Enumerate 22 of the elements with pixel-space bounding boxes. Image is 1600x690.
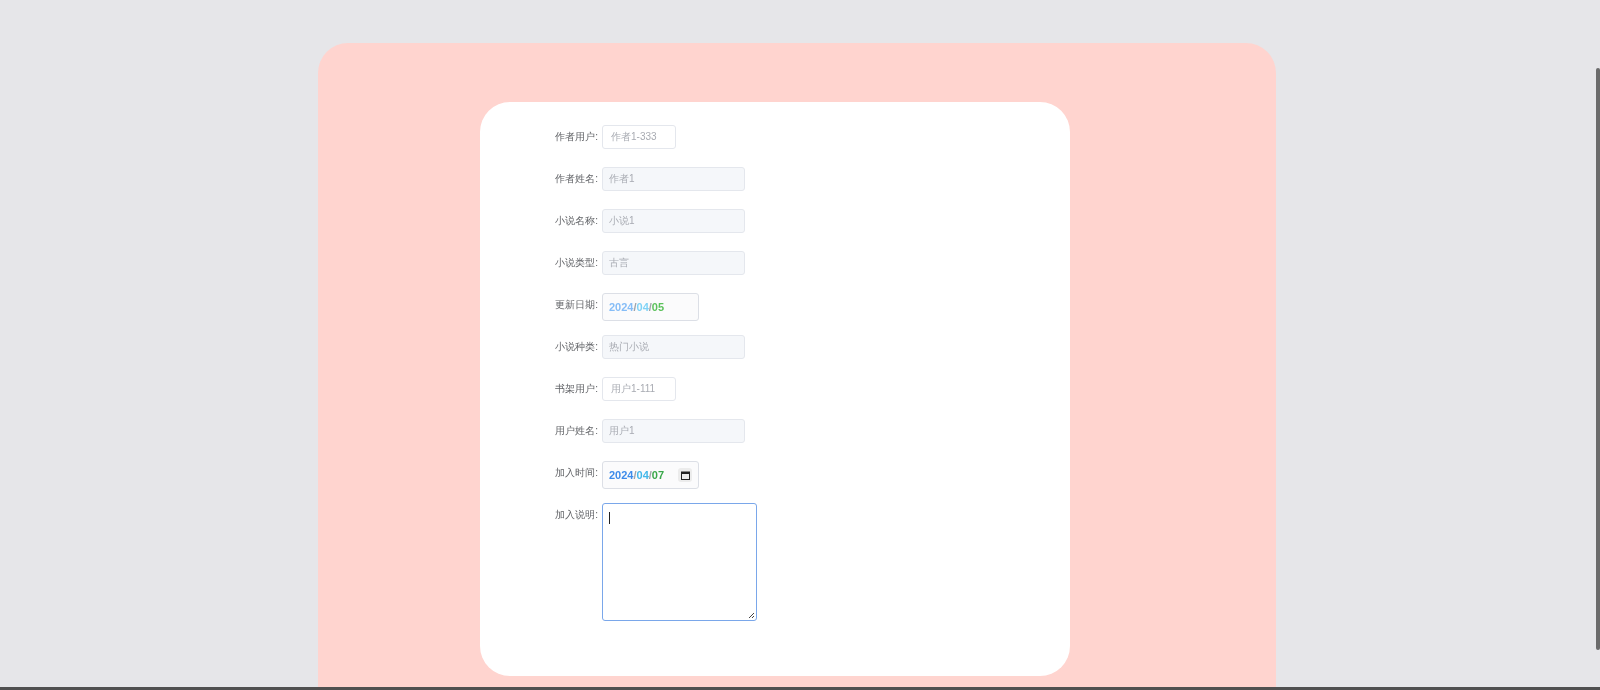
text-field[interactable]: 用户1-111	[602, 377, 676, 401]
field-label: 书架用户:	[554, 382, 599, 396]
scrollbar[interactable]	[1596, 68, 1600, 650]
field-label: 小说种类:	[554, 340, 599, 354]
text-field[interactable]: 作者1	[602, 167, 745, 191]
field-label: 小说类型:	[554, 256, 599, 270]
field-label: 作者姓名:	[554, 172, 599, 186]
resize-grip-icon[interactable]	[748, 612, 755, 619]
text-field[interactable]: 作者1-333	[602, 125, 676, 149]
field-label: 更新日期:	[554, 298, 599, 312]
date-field[interactable]: 2024/04/05	[602, 293, 699, 321]
calendar-icon[interactable]	[678, 468, 692, 482]
text-field[interactable]: 古言	[602, 251, 745, 275]
field-label: 用户姓名:	[554, 424, 599, 438]
text-field[interactable]: 热门小说	[602, 335, 745, 359]
text-field[interactable]: 小说1	[602, 209, 745, 233]
field-label: 加入说明:	[554, 508, 599, 522]
field-label: 小说名称:	[554, 214, 599, 228]
date-field[interactable]: 2024/04/07	[602, 461, 699, 489]
field-label: 作者用户:	[554, 130, 599, 144]
text-field[interactable]: 用户1	[602, 419, 745, 443]
field-label: 加入时间:	[554, 466, 599, 480]
